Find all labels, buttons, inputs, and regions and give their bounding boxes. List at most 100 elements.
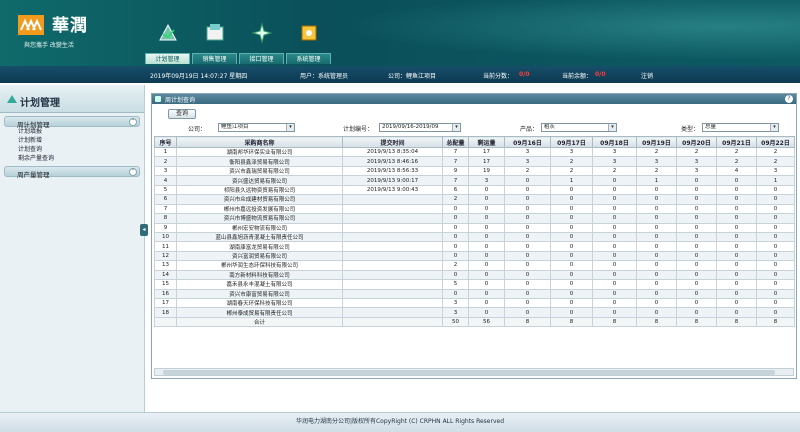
chevron-down-icon: ▾ <box>608 124 616 131</box>
table-cell: 0 <box>716 231 757 243</box>
total-cell: 50 <box>442 316 469 328</box>
plan-icon <box>159 23 177 41</box>
logout-link[interactable]: 注销 <box>641 71 653 80</box>
table-cell: 0 <box>716 250 757 262</box>
table-cell: 0 <box>676 279 717 290</box>
balance-value: 0/0 <box>595 71 606 78</box>
chevron-down-icon: ▾ <box>286 124 294 131</box>
table-row[interactable]: 13 郴州华润生态环保科技有限公司 2 0 0 0 0 0 0 0 0 <box>154 260 795 271</box>
brand-logo: 華潤 與您攜手 改變生活 <box>18 11 108 51</box>
table-row[interactable]: 5 祁阳县久远物资贸易有限公司 2019/9/13 9:00:43 6 0 0 0 0 0 0 0 0 <box>154 184 795 196</box>
collapse-sidebar-handle[interactable]: ◂ <box>140 224 148 236</box>
table-cell: 2 <box>504 165 551 177</box>
table-row[interactable]: 10 蓝山县鑫旭沥青混凝土有限责任公司 0 0 0 0 0 0 0 0 0 <box>154 231 795 243</box>
plan-table: 序号 采购商名称 提交时间 总配量 剩运量 09月16日 09月17日 09月18日 09月19… <box>154 136 795 328</box>
table-cell: 19 <box>468 165 505 177</box>
table-cell: 0 <box>504 250 551 262</box>
table-row[interactable]: 17 湖南春天环保科技有限公司 3 0 0 0 0 0 0 0 0 <box>154 297 795 309</box>
datetime-text: 2019年09月19日 14:07:27 星期四 <box>150 73 248 80</box>
table-cell: 5 <box>442 279 469 290</box>
brand-slogan: 與您攜手 改變生活 <box>24 42 74 49</box>
table-cell: 1 <box>154 146 177 158</box>
type-filter-label: 类型： <box>681 126 700 133</box>
table-cell: 0 <box>468 213 505 224</box>
table-cell: 0 <box>550 194 593 205</box>
table-row[interactable]: 9 郴州宏安物流有限公司 0 0 0 0 0 0 0 0 0 <box>154 222 795 233</box>
query-button[interactable]: 查询 <box>168 109 196 119</box>
horizontal-scrollbar[interactable] <box>154 368 794 376</box>
table-cell: 0 <box>756 194 795 205</box>
purchaser-name-cell: 嘉禾县永丰混凝土有限公司 <box>176 279 343 290</box>
table-cell: 0 <box>442 213 469 224</box>
company-filter-label: 公司： <box>188 126 207 133</box>
company-select[interactable]: 鲤鱼江项目 ▾ <box>218 123 295 132</box>
table-row[interactable]: 8 资兴市博盛物流贸易有限公司 0 0 0 0 0 0 0 0 0 <box>154 213 795 224</box>
tab-label: 计划管理 <box>145 53 190 64</box>
total-cell <box>154 316 177 328</box>
table-row[interactable]: 15 嘉禾县永丰混凝土有限公司 5 0 0 0 0 0 0 0 0 <box>154 279 795 290</box>
table-row[interactable]: 3 资兴市鑫瑞贸易有限公司 2019/9/13 8:56:33 9 19 2 2 2 2 3 4 3 <box>154 165 795 177</box>
table-row[interactable]: 18 郴州泰成贸易有限责任公司 3 0 0 0 0 0 0 0 0 <box>154 307 795 318</box>
table-cell: 0 <box>756 260 795 271</box>
product-select[interactable]: 粗灰 ▾ <box>541 123 617 132</box>
table-row[interactable]: 1 湖南邦华环保实业有限公司 2019/9/13 8:35:04 7 17 3 3 3 2 2 2 2 <box>154 146 795 158</box>
sidebar-item-remaining-query[interactable]: 剩余产量查询 <box>18 154 144 163</box>
table-header-row: 序号 采购商名称 提交时间 总配量 剩运量 09月16日 09月17日 09月18日 09月19… <box>154 136 795 148</box>
table-cell: 7 <box>442 156 469 167</box>
tab-interface[interactable]: 接口管理 <box>239 22 284 64</box>
table-cell: 11 <box>154 241 177 252</box>
table-cell: 0 <box>592 260 637 271</box>
table-row[interactable]: 4 资兴盛达贸易有限公司 2019/9/13 9:00:17 7 3 0 1 0 1 0 0 1 <box>154 175 795 186</box>
table-row[interactable]: 14 南方新材料科技有限公司 0 0 0 0 0 0 0 0 0 <box>154 269 795 281</box>
help-icon[interactable]: ? <box>785 95 793 103</box>
purchaser-name-cell: 南方新材料科技有限公司 <box>176 269 343 281</box>
table-cell: 0 <box>636 203 677 215</box>
table-cell: 0 <box>468 241 505 252</box>
table-cell: 0 <box>756 297 795 309</box>
table-cell: 0 <box>550 241 593 252</box>
table-row[interactable]: 7 郴州市嘉远投资发展有限公司 0 0 0 0 0 0 0 0 0 <box>154 203 795 215</box>
sidebar-item-plan-add[interactable]: 计划新增 <box>18 136 144 145</box>
plan-select[interactable]: 2019/09/16-2019/09 ▾ <box>379 123 461 132</box>
table-cell: 0 <box>504 269 551 281</box>
table-cell: 0 <box>676 231 717 243</box>
table-row[interactable]: 12 资兴富润贸易有限公司 0 0 0 0 0 0 0 0 0 <box>154 250 795 262</box>
type-select[interactable]: 总量 ▾ <box>702 123 779 132</box>
tab-plan[interactable]: 计划管理 <box>145 22 190 64</box>
table-row[interactable]: 2 衡阳县鑫泽贸易有限公司 2019/9/13 8:46:16 7 17 3 2 3 3 3 2 2 <box>154 156 795 167</box>
table-cell: 0 <box>550 250 593 262</box>
expand-icon[interactable]: ˅ <box>129 168 137 176</box>
table-cell: 2019/9/13 9:00:17 <box>342 175 443 186</box>
sidebar-group-weekly-plan[interactable]: 周计划管理 ˄ <box>4 116 140 129</box>
table-cell: 0 <box>442 241 469 252</box>
table-cell: 0 <box>636 269 677 281</box>
header-glow <box>280 0 800 66</box>
table-cell: 0 <box>592 297 637 309</box>
table-cell: 0 <box>504 194 551 205</box>
purchaser-name-cell: 资兴盛达贸易有限公司 <box>176 175 343 186</box>
table-cell: 2 <box>592 165 637 177</box>
table-cell: 0 <box>468 222 505 233</box>
collapse-icon[interactable]: ˄ <box>129 118 137 126</box>
table-cell <box>342 260 443 271</box>
product-filter-label: 产品： <box>520 126 539 133</box>
table-row[interactable]: 6 资兴市众成建材贸易有限公司 2 0 0 0 0 0 0 0 0 <box>154 194 795 205</box>
table-cell: 10 <box>154 231 177 243</box>
table-row[interactable]: 16 资兴市康富贸易有限公司 0 0 0 0 0 0 0 0 0 <box>154 288 795 300</box>
sidebar-group-label: 周产量管理 <box>17 171 50 179</box>
table-cell: 1 <box>756 175 795 186</box>
table-cell: 7 <box>442 175 469 186</box>
table-row[interactable]: 11 湖南康富龙贸易有限公司 0 0 0 0 0 0 0 0 0 <box>154 241 795 252</box>
sidebar-group-weekly-output[interactable]: 周产量管理 ˅ <box>4 166 140 179</box>
table-cell: 17 <box>468 156 505 167</box>
tab-system[interactable]: 系统管理 <box>286 22 331 64</box>
sidebar-item-plan-query[interactable]: 计划查询 <box>18 145 144 154</box>
table-cell: 0 <box>550 269 593 281</box>
tab-sales[interactable]: 销售管理 <box>192 22 237 64</box>
table-cell <box>342 222 443 233</box>
scrollbar-thumb[interactable] <box>163 370 775 375</box>
table-cell: 0 <box>716 194 757 205</box>
table-cell <box>342 231 443 243</box>
sidebar-item-plan-fill[interactable]: 计划填报 <box>18 127 144 136</box>
table-cell: 13 <box>154 260 177 271</box>
